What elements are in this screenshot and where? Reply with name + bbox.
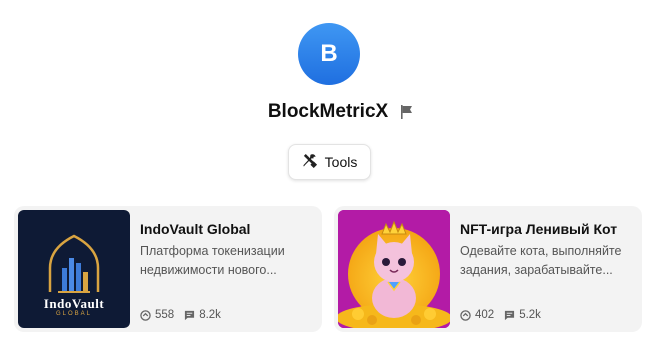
project-card-indovault[interactable]: IndoVault GLOBAL IndoVault Global Платфо… — [14, 206, 322, 332]
users-count: 558 — [155, 309, 175, 321]
users-stat: 402 — [460, 309, 494, 321]
project-card-lazy-cat[interactable]: NFT-игра Ленивый Кот Одевайте кота, выпо… — [334, 206, 642, 332]
indovault-logo: IndoVault GLOBAL — [18, 210, 130, 328]
messages-stat: 8.2k — [184, 309, 221, 321]
logo-text: IndoVault — [43, 296, 105, 311]
users-icon — [140, 309, 151, 321]
messages-stat: 5.2k — [504, 309, 541, 321]
avatar-letter: B — [320, 40, 338, 67]
logo-subtext: GLOBAL — [55, 311, 92, 317]
messages-count: 8.2k — [199, 309, 221, 321]
card-description: Платформа токенизации недвижимости новог… — [140, 244, 285, 277]
tools-label: Tools — [324, 154, 358, 170]
avatar[interactable]: B — [298, 23, 360, 85]
card-title: IndoVault Global — [140, 221, 251, 237]
users-icon — [460, 309, 471, 321]
messages-count: 5.2k — [519, 309, 541, 321]
tools-button[interactable]: Tools — [288, 144, 371, 180]
profile-header: BlockMetricX — [0, 99, 662, 125]
lazy-cat-image — [338, 210, 450, 328]
tools-icon — [302, 153, 317, 171]
message-icon — [505, 310, 515, 320]
users-stat: 558 — [140, 309, 174, 321]
users-count: 402 — [475, 309, 495, 321]
card-stats: 402 5.2k — [460, 309, 541, 321]
flag-icon[interactable] — [398, 103, 416, 121]
profile-name: BlockMetricX — [267, 101, 389, 122]
message-icon — [185, 310, 195, 320]
card-description: Одевайте кота, выполняйте задания, зараб… — [460, 244, 622, 277]
card-stats: 558 8.2k — [140, 309, 221, 321]
card-title: NFT-игра Ленивый Кот — [460, 221, 618, 237]
